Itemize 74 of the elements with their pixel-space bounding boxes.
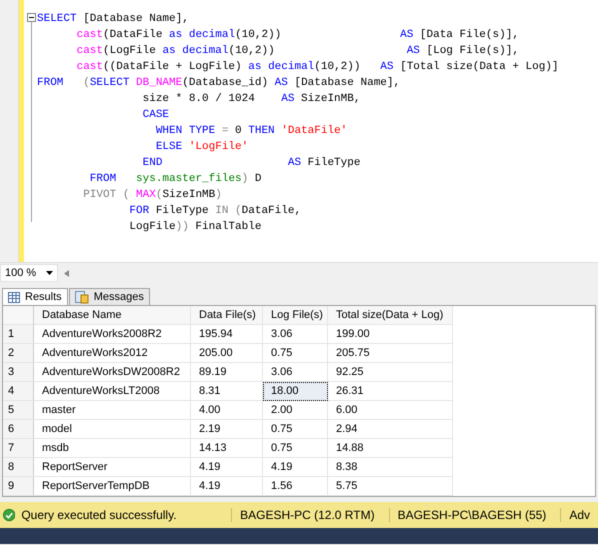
table-cell[interactable]: ReportServerTempDB	[34, 477, 191, 496]
table-cell[interactable]: 5.75	[328, 477, 453, 496]
table-cell[interactable]: 4.19	[263, 458, 328, 477]
row-number[interactable]: 4	[3, 382, 34, 401]
table-cell[interactable]: 89.19	[191, 363, 263, 382]
column-header[interactable]: Database Name	[34, 306, 191, 325]
user-name: BAGESH-PC\BAGESH (55)	[388, 508, 554, 522]
table-cell[interactable]: 18.00	[263, 382, 328, 401]
code-line: cast(LogFile as decimal(10,2)) AS [Log File(s)],	[76, 44, 520, 59]
table-cell[interactable]: 8.38	[328, 458, 453, 477]
zoom-dropdown[interactable]: 100 %	[0, 264, 58, 282]
table-cell[interactable]: msdb	[34, 439, 191, 458]
row-number[interactable]: 1	[3, 325, 34, 344]
table-cell[interactable]: AdventureWorks2008R2	[34, 325, 191, 344]
table-cell[interactable]: 1.56	[263, 477, 328, 496]
code-line: ELSE 'LogFile'	[154, 140, 250, 155]
table-cell[interactable]: master	[34, 401, 191, 420]
code-line: LogFile)) FinalTable	[128, 220, 262, 235]
column-header[interactable]: Log File(s)	[263, 306, 328, 325]
table-cell[interactable]: AdventureWorksLT2008	[34, 382, 191, 401]
code-line: FROM (SELECT DB_NAME(Database_id) AS [Database Name],	[37, 76, 402, 91]
table-cell[interactable]: 26.31	[328, 382, 453, 401]
code-line: CASE	[142, 108, 170, 123]
column-header[interactable]: Total size(Data + Log)	[328, 306, 453, 325]
grid-icon	[8, 292, 20, 302]
table-cell[interactable]: 4.00	[191, 401, 263, 420]
success-icon	[3, 507, 16, 523]
table-cell[interactable]: model	[34, 420, 191, 439]
code-line: cast((DataFile + LogFile) as decimal(10,2)) AS [Total size(Data + Log)]	[76, 60, 559, 75]
database-name: Adv	[560, 508, 598, 522]
table-cell[interactable]: 2.19	[191, 420, 263, 439]
code-line: FOR FileType IN (DataFile,	[128, 204, 302, 219]
row-number[interactable]: 5	[3, 401, 34, 420]
caret-icon	[46, 271, 53, 275]
table-cell[interactable]: 14.13	[191, 439, 263, 458]
table-cell[interactable]: 92.25	[328, 363, 453, 382]
table-cell[interactable]: 2.94	[328, 420, 453, 439]
table-cell[interactable]: 4.19	[191, 458, 263, 477]
table-cell[interactable]: ReportServer	[34, 458, 191, 477]
table-cell[interactable]: 195.94	[191, 325, 263, 344]
table-cell[interactable]: 0.75	[263, 439, 328, 458]
code-line: cast(DataFile as decimal(10,2)) AS [Data File(s)],	[76, 28, 520, 43]
table-cell[interactable]: AdventureWorksDW2008R2	[34, 363, 191, 382]
server-name: BAGESH-PC (12.0 RTM)	[231, 508, 383, 522]
row-number[interactable]: 8	[3, 458, 34, 477]
status-message: Query executed successfully.	[21, 508, 178, 522]
row-number[interactable]: 7	[3, 439, 34, 458]
row-number[interactable]: 2	[3, 344, 34, 363]
row-number[interactable]: 3	[3, 363, 34, 382]
table-cell[interactable]: 205.75	[328, 344, 453, 363]
document-icon	[74, 290, 89, 304]
code-line: FROM sys.master_files) D	[88, 172, 262, 187]
code-line: END AS FileType	[142, 156, 362, 171]
table-cell[interactable]: 6.00	[328, 401, 453, 420]
table-cell[interactable]: 4.19	[191, 477, 263, 496]
table-cell[interactable]: 0.75	[263, 420, 328, 439]
table-cell[interactable]: 205.00	[191, 344, 263, 363]
table-cell[interactable]: 14.88	[328, 439, 453, 458]
tab[interactable]: Results	[2, 288, 68, 305]
row-number[interactable]: 6	[3, 420, 34, 439]
scroll-left-icon[interactable]	[64, 270, 69, 276]
collapse-icon[interactable]	[27, 13, 36, 22]
code-line: SELECT [Database Name],	[37, 12, 190, 27]
code-line: WHEN TYPE = 0 THEN 'DataFile'	[154, 124, 348, 139]
table-cell[interactable]: 0.75	[263, 344, 328, 363]
column-header[interactable]: Data File(s)	[191, 306, 263, 325]
row-number[interactable]: 9	[3, 477, 34, 496]
table-cell[interactable]: AdventureWorks2012	[34, 344, 191, 363]
code-line: PIVOT ( MAX(SizeInMB)	[82, 188, 223, 203]
tab[interactable]: Messages	[68, 288, 150, 305]
code-line: size * 8.0 / 1024 AS SizeInMB,	[142, 92, 362, 107]
table-cell[interactable]: 2.00	[263, 401, 328, 420]
table-cell[interactable]: 199.00	[328, 325, 453, 344]
table-cell[interactable]: 3.06	[263, 325, 328, 344]
